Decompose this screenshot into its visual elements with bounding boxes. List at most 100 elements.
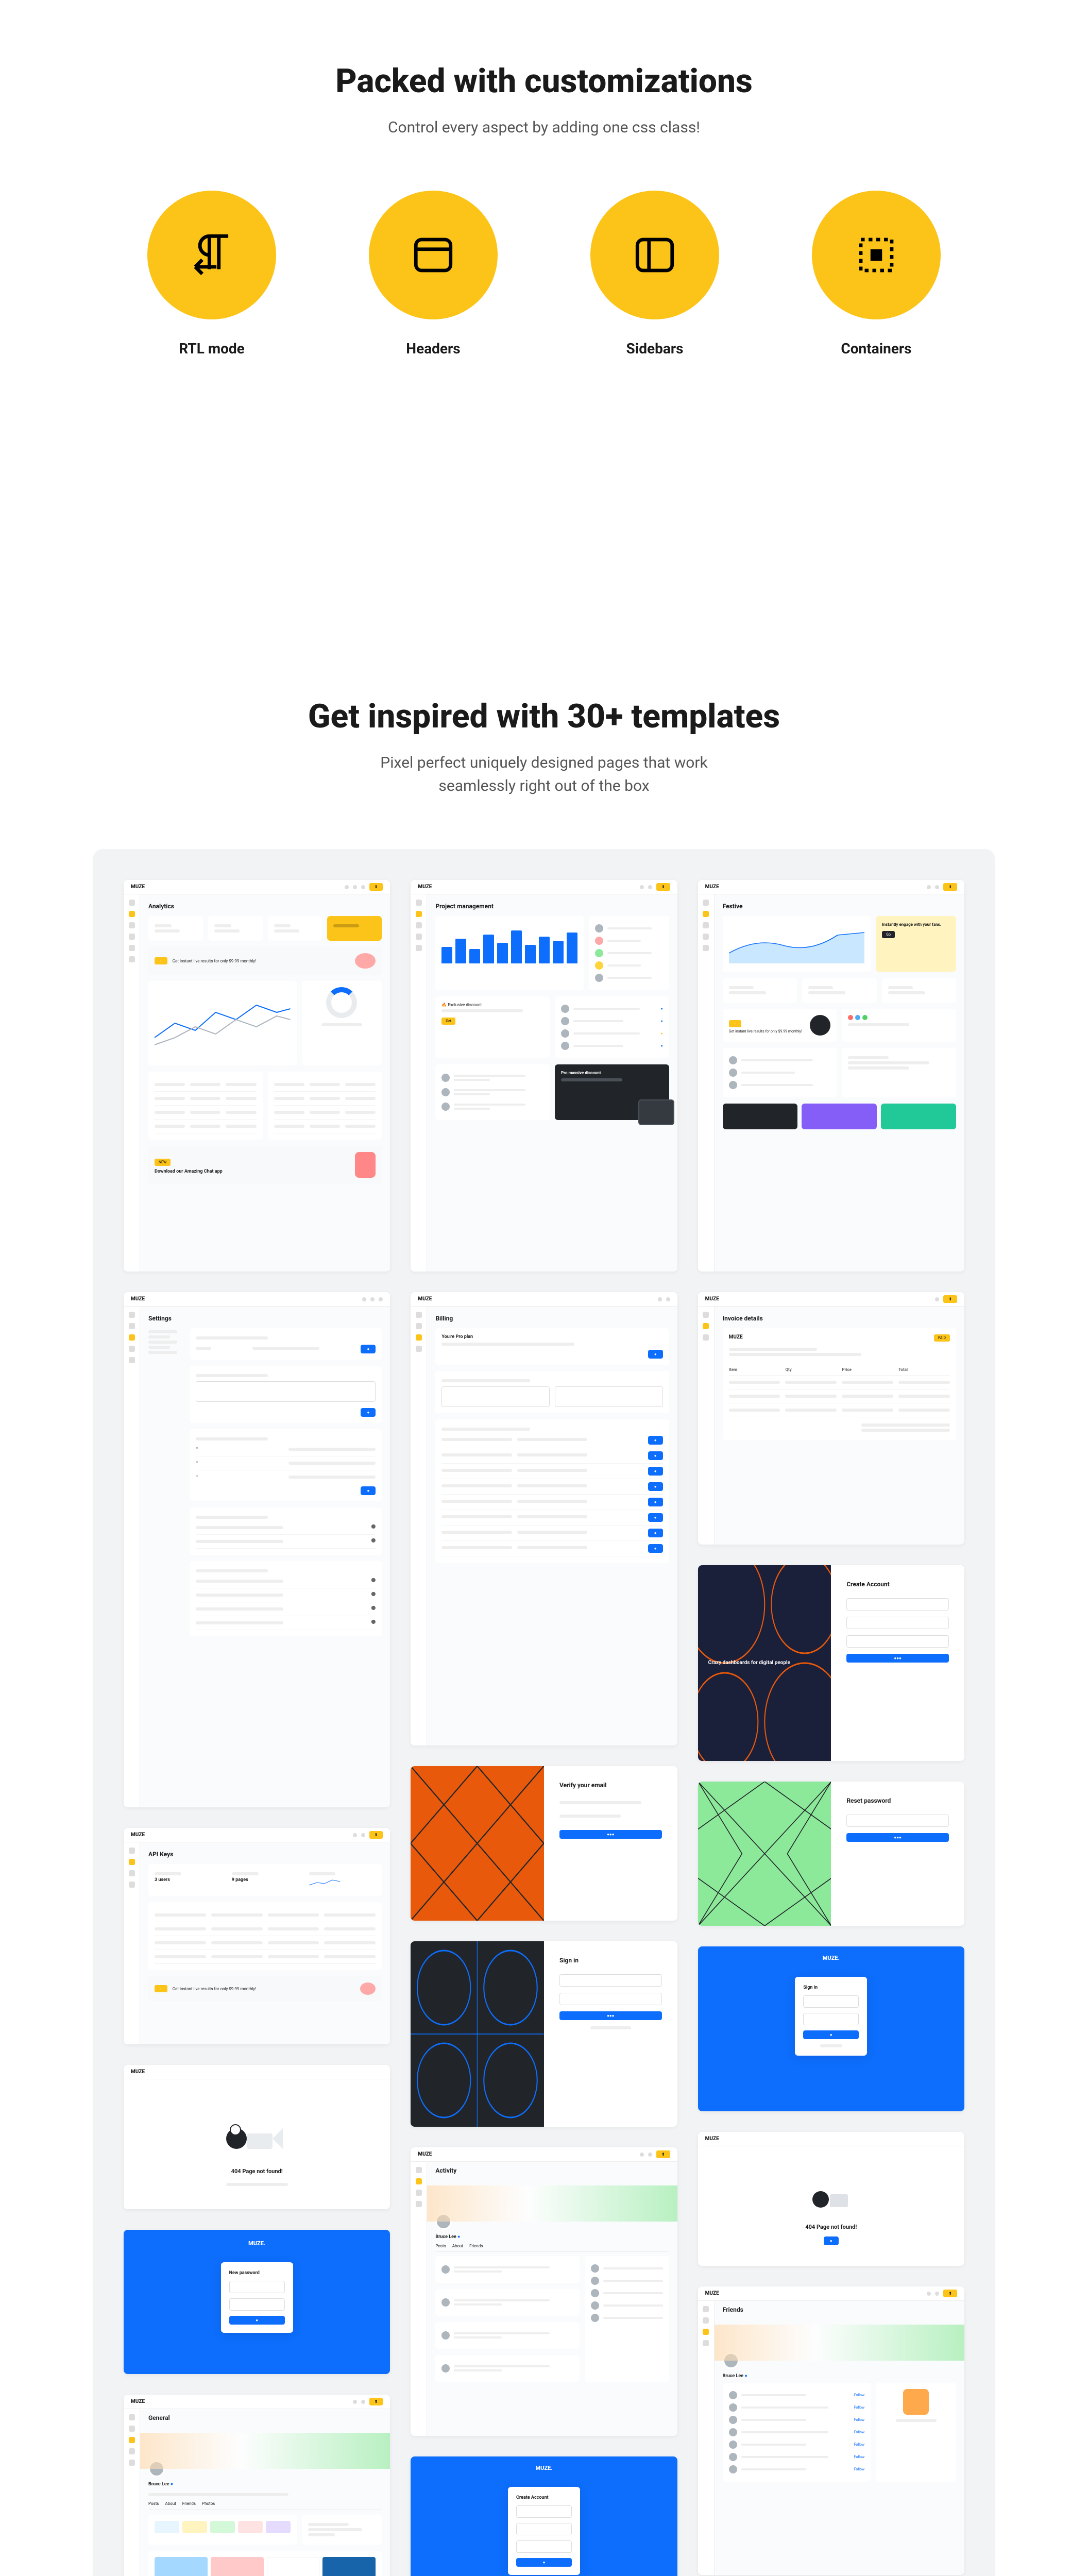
containers-icon	[812, 191, 941, 319]
feature-containers: Containers	[812, 191, 941, 357]
logo: MUZE	[823, 1955, 838, 1961]
customizations-subtitle: Control every aspect by adding one css c…	[0, 116, 1088, 139]
nav-icon	[129, 922, 135, 928]
templates-grid: MUZE ⬆	[124, 880, 964, 2576]
download-text: Download our Amazing Chat app	[155, 1169, 350, 1174]
feature-rtl: RTL mode	[147, 191, 276, 357]
save-button: ●	[361, 1408, 376, 1417]
templates-subtitle-l2: seamlessly right out of the box	[438, 777, 649, 795]
page-title: Invoice details	[723, 1315, 956, 1322]
search-icon	[345, 885, 349, 889]
logo: MUZE	[131, 2399, 145, 2404]
submit-button: ●	[229, 2316, 285, 2325]
logo: MUZE	[131, 1832, 145, 1838]
logo: MUZE	[535, 2465, 551, 2471]
template-verify-email[interactable]: Verify your email ●●●	[411, 1766, 677, 1921]
upgrade-button: ●	[648, 1350, 663, 1359]
plan-title: You're Pro plan	[441, 1334, 662, 1340]
instant-engage: Instantly engage with your fans.	[882, 922, 950, 927]
feature-rtl-label: RTL mode	[179, 340, 245, 357]
templates-col-1: MUZE ⬆	[124, 880, 390, 2576]
verify-button: ●●●	[559, 1830, 662, 1839]
page-title: Festive	[723, 903, 956, 910]
page-title: Verify your email	[559, 1782, 662, 1789]
template-project-management[interactable]: MUZE⬆ Project management	[411, 880, 677, 1272]
template-activity[interactable]: MUZE⬆ Activity Bruce Lee ● PostsAboutFri…	[411, 2147, 677, 2436]
user-name: Bruce Lee	[435, 2234, 456, 2240]
logo: MUZE	[705, 1296, 719, 1302]
customizations-section: Packed with customizations Control every…	[0, 0, 1088, 419]
page-title: Settings	[148, 1315, 382, 1322]
feature-sidebars-label: Sidebars	[626, 340, 684, 357]
submit-button: ●●●	[846, 1833, 949, 1842]
sidebars-icon	[590, 191, 719, 319]
template-general[interactable]: MUZE⬆ General Bruce Lee ● PostsAboutFr	[124, 2395, 390, 2576]
template-billing[interactable]: MUZE Billing You're Pro plan ●	[411, 1292, 677, 1745]
template-sign-in[interactable]: Sign in ●●●	[411, 1941, 677, 2127]
bell-icon	[353, 885, 357, 889]
template-festive[interactable]: MUZE⬆ Festive	[698, 880, 964, 1272]
page-title: API Keys	[148, 1851, 382, 1858]
logo: MUZE	[705, 2136, 719, 2142]
promo-text: Get instant live results for only $9.99 …	[173, 1987, 355, 1991]
feature-headers: Headers	[369, 191, 498, 357]
page-title: 404 Page not found!	[805, 2224, 857, 2230]
page-title: Sign in	[559, 1957, 662, 1964]
page-title: Reset password	[846, 1797, 949, 1804]
submit-button: ●	[803, 2030, 859, 2039]
feature-headers-label: Headers	[406, 340, 460, 357]
logo: MUZE	[131, 884, 145, 890]
page-title: Sign in	[803, 1985, 859, 1990]
promo-text: Get instant live results for only $9.99 …	[729, 1029, 806, 1033]
templates-title: Get inspired with 30+ templates	[0, 697, 1088, 736]
templates-subtitle-l1: Pixel perfect uniquely designed pages th…	[380, 754, 707, 772]
template-analytics[interactable]: MUZE ⬆	[124, 880, 390, 1272]
templates-subtitle: Pixel perfect uniquely designed pages th…	[0, 751, 1088, 798]
badge: ⚡	[155, 957, 167, 964]
badge: NEW	[155, 1159, 171, 1166]
logo: MUZE	[729, 1334, 743, 1342]
templates-col-2: MUZE⬆ Project management	[411, 880, 677, 2576]
rtl-icon	[147, 191, 276, 319]
template-create-account-centered[interactable]: MUZE. Create Account ●	[411, 2456, 677, 2576]
user-name: Bruce Lee	[723, 2374, 743, 2379]
crazy-dashboards-text: Crazy dashboards for digital people	[708, 1659, 790, 1667]
template-sign-in-centered[interactable]: MUZE. Sign in ●	[698, 1946, 964, 2111]
nav-icon	[129, 934, 135, 940]
template-404-simple[interactable]: MUZE 404 Page not found! ●	[698, 2132, 964, 2266]
headers-icon	[369, 191, 498, 319]
page-title: Create Account	[516, 2495, 572, 2500]
page-title: 404 Page not found!	[231, 2168, 283, 2175]
avatar	[361, 885, 365, 889]
templates-col-3: MUZE⬆ Festive	[698, 880, 964, 2576]
nav-icon	[129, 911, 135, 917]
logo: MUZE	[705, 884, 719, 890]
template-friends[interactable]: MUZE⬆ Friends Bruce Lee ● Follow	[698, 2286, 964, 2575]
feature-sidebars: Sidebars	[590, 191, 719, 357]
template-api-keys[interactable]: MUZE⬆ API Keys 3 users 9 pages	[124, 1828, 390, 2044]
page-title: Analytics	[148, 903, 382, 910]
template-reset-password[interactable]: Reset password ●●●	[698, 1782, 964, 1926]
nav-icon	[129, 956, 135, 962]
logo: MUZE	[131, 2069, 145, 2075]
template-invoice[interactable]: MUZE⬆ Invoice details MUZE PAID	[698, 1292, 964, 1545]
template-404-illustrated[interactable]: MUZE 404 Page not found!	[124, 2065, 390, 2209]
save-button: ●	[361, 1486, 376, 1495]
logo: MUZE	[418, 1296, 432, 1302]
template-settings[interactable]: MUZE Settings	[124, 1292, 390, 1807]
template-new-password[interactable]: MUZE. New password ●	[124, 2230, 390, 2374]
nav-icon	[129, 900, 135, 906]
logo: MUZE	[418, 884, 432, 890]
submit-button: ●	[516, 2558, 572, 2567]
page-title: Friends	[723, 2306, 956, 2313]
exclusive-title: Exclusive discount	[448, 1003, 482, 1007]
save-button: ●	[361, 1345, 376, 1353]
templates-container: MUZE ⬆	[93, 849, 995, 2576]
page-title: Billing	[435, 1315, 669, 1322]
signin-button: ●●●	[559, 2011, 662, 2020]
page-title: General	[148, 2414, 382, 2421]
feature-containers-label: Containers	[841, 340, 911, 357]
page-title: Project management	[435, 903, 669, 910]
template-create-account-split[interactable]: Crazy dashboards for digital people Crea…	[698, 1565, 964, 1761]
customizations-title: Packed with customizations	[0, 62, 1088, 100]
